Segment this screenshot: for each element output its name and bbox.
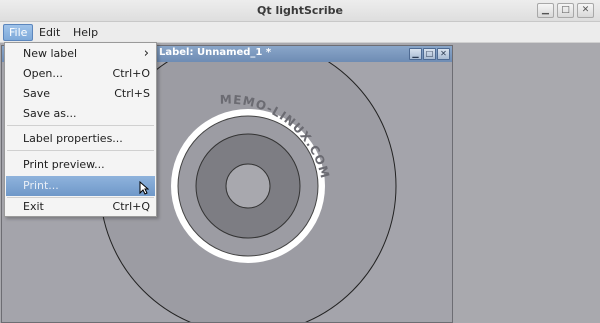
menu-item-label-properties[interactable]: Label properties...: [6, 129, 155, 149]
menu-item-print[interactable]: Print...: [6, 176, 155, 196]
menu-item-label: Save: [23, 87, 51, 100]
menu-item-open[interactable]: Open... Ctrl+O: [6, 64, 155, 84]
menu-item-label: Exit: [23, 200, 44, 213]
menu-item-label: Print preview...: [23, 158, 105, 171]
menu-item-exit[interactable]: Exit Ctrl+Q: [6, 197, 155, 217]
menu-item-label: Save as...: [23, 107, 77, 120]
close-button[interactable]: ✕: [577, 3, 594, 18]
menu-item-save-as[interactable]: Save as...: [6, 104, 155, 124]
menubar: File Edit Help: [0, 22, 600, 43]
menu-item-print-preview[interactable]: Print preview...: [6, 155, 155, 175]
window-titlebar: Qt lightScribe ▁ □ ✕: [0, 0, 600, 22]
menu-item-save[interactable]: Save Ctrl+S: [6, 84, 155, 104]
mouse-cursor-icon: [139, 181, 149, 195]
window-title: Qt lightScribe: [257, 4, 343, 17]
disc-center-hole: [225, 163, 271, 209]
minimize-button[interactable]: ▁: [537, 3, 554, 18]
menu-file[interactable]: File: [3, 24, 34, 41]
menu-item-shortcut: Ctrl+S: [114, 87, 150, 100]
menu-item-label: Open...: [23, 67, 63, 80]
chevron-right-icon: ›: [143, 46, 149, 61]
child-maximize-button[interactable]: □: [423, 48, 436, 60]
label-window-title: Label: Unnamed_1 *: [159, 47, 272, 58]
file-menu: New label › Open... Ctrl+O Save Ctrl+S S…: [4, 42, 157, 217]
menu-item-shortcut: Ctrl+Q: [112, 200, 150, 213]
menu-item-shortcut: Ctrl+O: [112, 67, 150, 80]
maximize-button[interactable]: □: [557, 3, 574, 18]
menu-separator: [7, 125, 154, 126]
child-minimize-button[interactable]: ▁: [409, 48, 422, 60]
menu-edit[interactable]: Edit: [34, 24, 65, 41]
menu-item-label: Label properties...: [23, 132, 123, 145]
menu-separator: [7, 150, 154, 151]
child-close-button[interactable]: ✕: [437, 48, 450, 60]
menu-item-new-label[interactable]: New label ›: [6, 44, 155, 64]
menu-help[interactable]: Help: [68, 24, 103, 41]
menu-item-label: New label: [23, 47, 78, 60]
menu-item-label: Print...: [23, 179, 59, 192]
